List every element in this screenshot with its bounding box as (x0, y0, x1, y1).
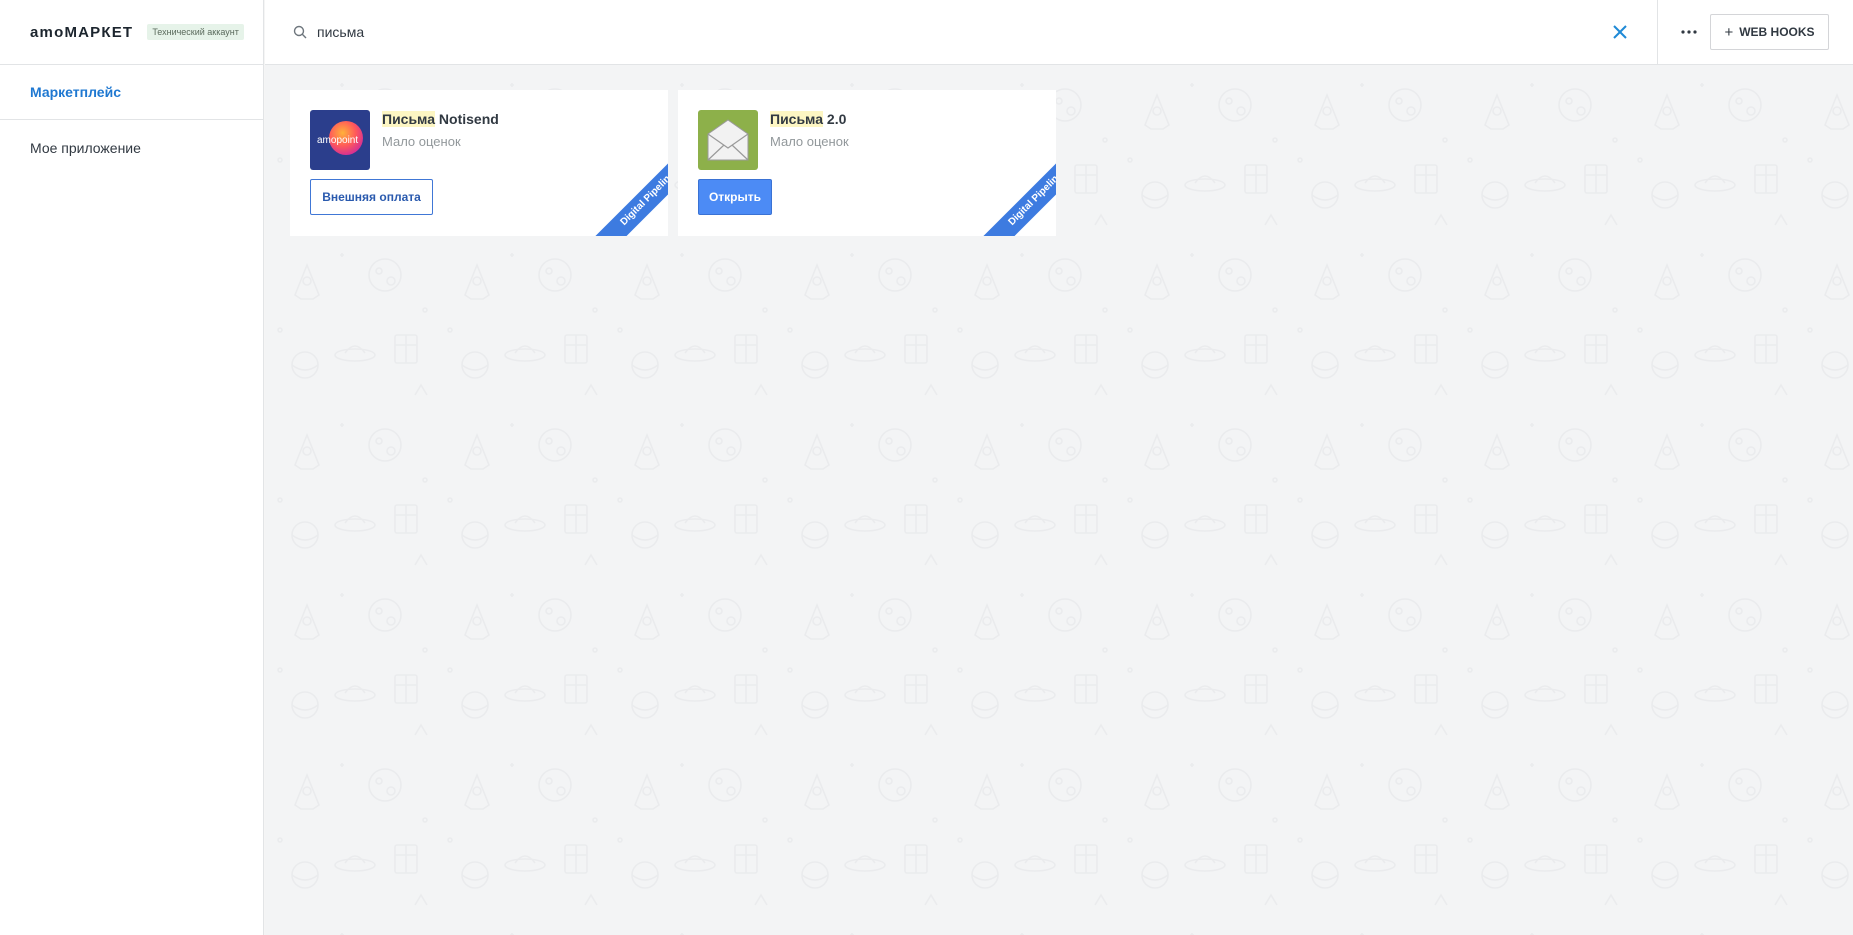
open-button[interactable]: Открыть (698, 179, 772, 215)
top-bar: + WEB HOOKS (265, 0, 1853, 65)
app-rating: Мало оценок (382, 134, 461, 149)
close-icon[interactable] (1612, 24, 1628, 40)
app-card[interactable]: amopoint Письма Notisend Мало оценок Вне… (290, 90, 668, 236)
header-divider (1657, 0, 1658, 65)
app-rating: Мало оценок (770, 134, 849, 149)
search-highlight: Письма (382, 111, 436, 127)
sidebar-item-my-app[interactable]: Мое приложение (0, 120, 263, 176)
search-input[interactable] (317, 20, 1317, 44)
web-hooks-label: WEB HOOKS (1739, 25, 1815, 39)
brand: amoМАРКЕТ Технический аккаунт (0, 0, 263, 65)
app-title[interactable]: Письма 2.0 (770, 111, 846, 127)
sidebar-item-label: Маркетплейс (30, 84, 121, 100)
search-highlight: Письма (770, 111, 824, 127)
app-title-rest: Notisend (435, 111, 499, 127)
ribbon-label: Digital Pipeline (590, 146, 668, 236)
app-title-rest: 2.0 (823, 111, 847, 127)
digital-pipeline-ribbon: Digital Pipeline (578, 146, 668, 236)
amopoint-logo: amopoint (310, 110, 370, 170)
sidebar-item-marketplace[interactable]: Маркетплейс (0, 65, 263, 120)
amopoint-logo-text: amopoint (317, 135, 358, 146)
app-card[interactable]: Письма 2.0 Мало оценок Открыть Digital P… (678, 90, 1056, 236)
sidebar-item-label: Мое приложение (30, 140, 141, 156)
app-title[interactable]: Письма Notisend (382, 111, 499, 127)
account-badge: Технический аккаунт (147, 24, 244, 40)
more-dots-icon[interactable] (1677, 20, 1701, 44)
web-hooks-button[interactable]: + WEB HOOKS (1710, 14, 1829, 50)
search-icon (293, 25, 307, 39)
app-logo[interactable]: amoМАРКЕТ (30, 24, 133, 41)
ribbon-label: Digital Pipeline (978, 146, 1056, 236)
sidebar-nav: Маркетплейс Мое приложение (0, 65, 263, 176)
envelope-icon (698, 110, 758, 170)
digital-pipeline-ribbon: Digital Pipeline (966, 146, 1056, 236)
marketplace-results: amopoint Письма Notisend Мало оценок Вне… (265, 65, 1853, 935)
plus-icon: + (1724, 23, 1734, 41)
sidebar: amoМАРКЕТ Технический аккаунт Маркетплей… (0, 0, 264, 935)
external-payment-button[interactable]: Внешняя оплата (310, 179, 433, 215)
